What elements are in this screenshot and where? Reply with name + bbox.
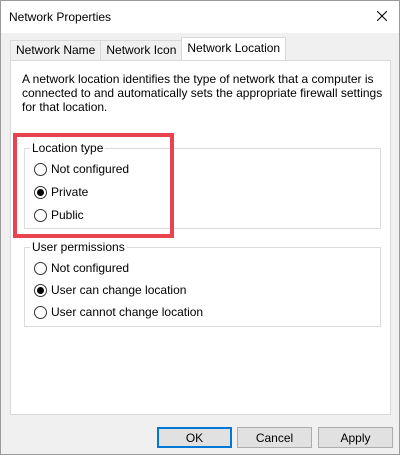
tab-panel-network-location: A network location identifies the type o… [10,60,391,415]
location-public-radio[interactable]: Public [34,207,84,223]
radio-indicator[interactable] [34,185,47,199]
dialog-footer: OK Cancel Apply [1,415,399,454]
radio-label: Not configured [51,162,130,176]
radio-label: Public [51,208,84,222]
radio-label: Not configured [51,261,130,275]
tab-network-name[interactable]: Network Name [10,40,102,60]
apply-button[interactable]: Apply [318,427,393,448]
location-private-radio[interactable]: Private [34,184,88,200]
user-permissions-group: User permissions Not configured User can… [24,240,381,327]
radio-label: User can change location [51,283,187,297]
location-type-legend: Location type [30,141,106,155]
location-not-configured-radio[interactable]: Not configured [34,161,129,177]
permission-user-cannot-change-radio[interactable]: User cannot change location [34,304,203,320]
window-title: Network Properties [9,10,112,24]
ok-button[interactable]: OK [157,427,232,448]
radio-label: Private [51,185,89,199]
close-icon [377,11,387,21]
location-type-group: Location type Not configured Private Pub… [24,141,381,229]
radio-indicator[interactable] [34,208,47,222]
radio-indicator[interactable] [34,305,47,319]
location-description: A network location identifies the type o… [22,72,383,114]
user-permissions-legend: User permissions [30,240,127,254]
tab-network-icon[interactable]: Network Icon [100,40,183,60]
cancel-button[interactable]: Cancel [237,427,312,448]
radio-indicator[interactable] [34,162,47,176]
title-bar: Network Properties [1,1,399,33]
radio-label: User cannot change location [51,305,204,319]
radio-indicator[interactable] [34,283,47,297]
permission-user-can-change-radio[interactable]: User can change location [34,282,186,298]
radio-indicator[interactable] [34,261,47,275]
tab-network-location[interactable]: Network Location [181,37,287,60]
close-button[interactable] [365,1,399,31]
network-properties-dialog: Network Properties Network Name Network … [0,0,400,455]
tab-strip: Network Name Network Icon Network Locati… [10,37,287,60]
permission-not-configured-radio[interactable]: Not configured [34,260,129,276]
